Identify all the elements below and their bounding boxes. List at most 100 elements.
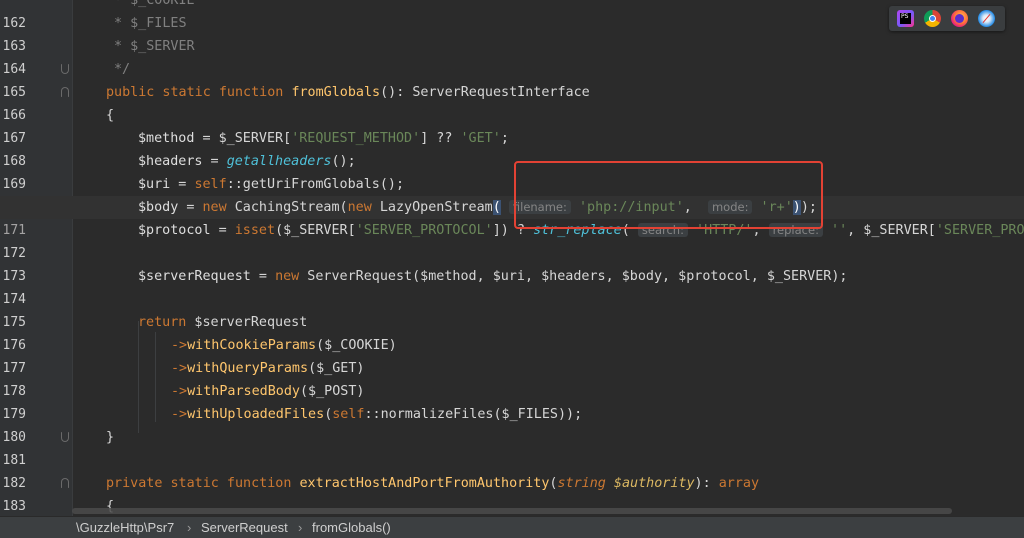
keyword: array [718,476,760,491]
brace: { [106,108,115,123]
doc-comment: * $_SERVER [114,39,195,54]
code-text: ($_SERVER[ [275,223,356,238]
code-text: ($_COOKIE) [316,338,397,353]
string-literal: 'GET' [460,131,501,146]
fold-marker-icon[interactable] [61,432,69,442]
keyword: self [332,407,365,422]
method-call: withParsedBody [187,384,300,399]
code-text: (): ServerRequestInterface [380,85,590,100]
code-line[interactable]: 164 * $_SERVER [0,35,1024,77]
fold-marker-icon[interactable] [61,87,69,97]
operator: -> [171,361,188,376]
code-text: $serverRequest [186,315,308,330]
variable: $serverRequest [138,269,251,284]
keyword: return [138,315,187,330]
string-literal: 'SERVER_PROTOCOL' [355,223,493,238]
code-text: = [178,200,203,215]
function-call: getallheaders [226,154,332,169]
annotation-highlight-box [514,161,823,229]
code-line[interactable]: 182 [0,449,1024,491]
function-name: fromGlobals [291,85,381,100]
type-hint: string [557,476,606,491]
code-editor[interactable]: 162 * $_COOKIE 163 * $_FILES 164 * $_SER… [0,0,1024,516]
code-text: ::normalizeFiles($_FILES)); [364,407,583,422]
code-line[interactable]: 175 [0,288,1024,330]
breadcrumb-class[interactable]: ServerRequest [201,517,288,538]
code-line[interactable]: 176 return $serverRequest [0,311,1024,353]
code-line-current[interactable]: 171 $body = new CachingStream(new LazyOp… [0,196,1024,238]
variable: $headers [138,154,203,169]
code-line[interactable]: 168 $method = $_SERVER['REQUEST_METHOD']… [0,127,1024,169]
variable: $method [138,131,195,146]
fold-marker-icon[interactable] [61,64,69,74]
code-line[interactable]: 177 ->withCookieParams($_COOKIE) [0,334,1024,376]
code-text: (); [331,154,356,169]
method-call: withQueryParams [187,361,309,376]
code-line[interactable]: 174 $serverRequest = new ServerRequest($… [0,265,1024,307]
parameter: $authority [613,476,695,491]
code-text: ($_GET) [308,361,365,376]
code-text: , $_SERVER[ [847,223,936,238]
code-text: CachingStream( [226,200,348,215]
method-call: withCookieParams [187,338,317,353]
operator: -> [171,384,188,399]
code-text: ($_POST) [300,384,365,399]
breadcrumb-separator: › [298,520,303,535]
code-line[interactable]: 167 { [0,104,1024,146]
keyword: new [202,200,227,215]
code-line[interactable]: 169 $headers = getallheaders(); [0,150,1024,192]
variable: $body [138,200,179,215]
breadcrumb-method[interactable]: fromGlobals() [312,517,391,538]
code-line[interactable]: 163 * $_FILES [0,12,1024,54]
doc-comment: * $_COOKIE [114,0,195,8]
firefox-icon[interactable] [951,10,968,27]
code-text: = [250,269,276,284]
code-line[interactable]: 162 * $_COOKIE [0,0,1024,31]
browser-launcher-bar: PS [889,6,1005,31]
code-line[interactable]: 172 $protocol = isset($_SERVER['SERVER_P… [0,219,1024,261]
keyword: new [347,200,372,215]
code-text: ] ?? [420,131,461,146]
breadcrumb: \GuzzleHttp\Psr7 › ServerRequest › fromG… [0,516,1024,538]
code-text: = [210,223,235,238]
code-text: ServerRequest($method, $uri, $headers, $… [299,269,848,284]
code-line[interactable]: 170 $uri = self::getUriFromGlobals(); [0,173,1024,215]
chrome-icon[interactable] [924,10,941,27]
doc-comment: * $_FILES [114,16,187,31]
code-text: ::getUriFromGlobals(); [226,177,405,192]
code-line[interactable]: 179 ->withParsedBody($_POST) [0,380,1024,422]
brace: } [106,430,115,445]
code-text: ; [500,131,509,146]
code-line[interactable]: 178 ->withQueryParams($_GET) [0,357,1024,399]
breadcrumb-separator: › [187,520,192,535]
variable: $uri [138,177,171,192]
phpstorm-icon[interactable]: PS [897,10,914,27]
string-literal: 'REQUEST_METHOD' [291,131,421,146]
code-line[interactable]: 173 [0,242,1024,284]
variable: $protocol [138,223,211,238]
keyword: self [194,177,227,192]
keyword: isset [234,223,276,238]
keyword: new [275,269,300,284]
code-line[interactable]: 183 private static function extractHostA… [0,472,1024,514]
operator: -> [171,338,188,353]
code-text: LazyOpenStream [371,200,493,215]
horizontal-scrollbar[interactable] [72,508,952,514]
code-line[interactable]: 181 } [0,426,1024,468]
breadcrumb-namespace[interactable]: \GuzzleHttp\Psr7 [76,517,174,538]
code-text: = [170,177,195,192]
code-line[interactable]: 166 public static function fromGlobals()… [0,81,1024,123]
code-text: ): [694,476,719,491]
code-line[interactable]: 165 */ [0,58,1024,100]
keyword: private static function [106,476,292,491]
function-name: extractHostAndPortFromAuthority [299,476,550,491]
string-literal: 'SERVER_PROT [935,223,1024,238]
code-line[interactable]: 180 ->withUploadedFiles(self::normalizeF… [0,403,1024,445]
string-literal: '' [831,223,848,238]
fold-marker-icon[interactable] [61,478,69,488]
code-text: = [202,154,227,169]
safari-icon[interactable] [978,10,995,27]
doc-comment: */ [114,62,131,77]
operator: -> [171,407,188,422]
keyword: public static function [106,85,284,100]
